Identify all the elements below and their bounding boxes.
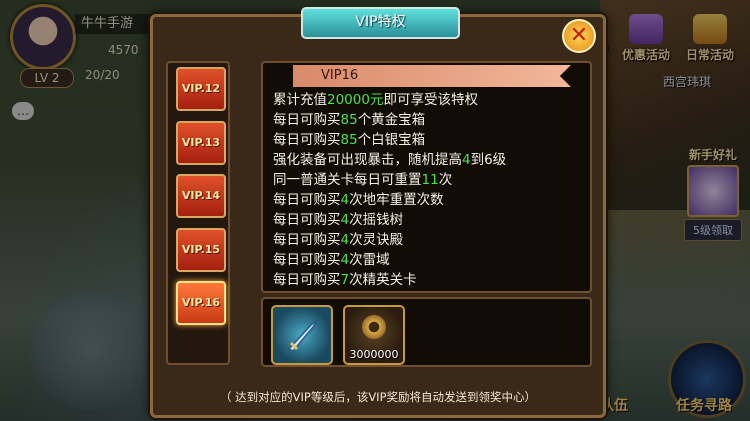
privilege-value: 4 xyxy=(340,252,350,268)
privilege-item: 同一普通关卡每日可重置11次 xyxy=(273,170,506,190)
coin-count: 3000000 xyxy=(349,348,399,361)
privilege-item: 每日可购买7次精英关卡 xyxy=(273,270,506,290)
privilege-text: 次灵诀殿 xyxy=(349,232,404,248)
privilege-value: 4 xyxy=(462,152,471,168)
reward-sword[interactable] xyxy=(271,305,333,365)
privilege-text: 累计充值 xyxy=(273,92,327,108)
privilege-text: 强化装备可出现暴击，随机提高 xyxy=(273,152,462,168)
privilege-item: 每日可购买85个黄金宝箱 xyxy=(273,110,506,130)
privilege-text: 每日可购买 xyxy=(273,252,341,268)
vip-privilege-dialog: VIP特权 ✕ VIP.12 VIP.13 VIP.14 VIP.15 VIP.… xyxy=(150,7,606,418)
privilege-item: 累计充值20000元即可享受该特权 xyxy=(273,90,506,110)
privilege-value: 4 xyxy=(340,212,350,228)
reward-panel: 3000000 xyxy=(261,297,592,367)
privilege-text: 每日可购买 xyxy=(273,272,341,288)
privilege-value: 85 xyxy=(340,112,358,128)
privilege-text: 次雷域 xyxy=(349,252,390,268)
privilege-item: 每日可购买4次地牢重置次数 xyxy=(273,190,506,210)
privilege-value: 4 xyxy=(340,232,350,248)
privilege-text: 次摇钱树 xyxy=(349,212,404,228)
privilege-value: 4 xyxy=(340,192,350,208)
privilege-text: 同一普通关卡每日可重置 xyxy=(273,172,422,188)
privilege-value: 85 xyxy=(340,132,358,148)
privilege-value: 20000元 xyxy=(327,92,384,108)
privilege-text: 每日可购买 xyxy=(273,192,341,208)
level-banner: VIP16 xyxy=(293,65,571,87)
tab-vip-16[interactable]: VIP.16 xyxy=(176,281,226,325)
vip-level-tabs: VIP.12 VIP.13 VIP.14 VIP.15 VIP.16 xyxy=(166,61,230,365)
privilege-text: 个黄金宝箱 xyxy=(357,112,426,128)
privilege-text: 到6级 xyxy=(470,152,507,168)
privilege-text: 次 xyxy=(438,172,453,188)
sword-icon xyxy=(287,320,318,352)
privilege-text: 次地牢重置次数 xyxy=(349,192,444,208)
privilege-value: 11 xyxy=(421,172,439,188)
privilege-text: 每日可购买 xyxy=(273,212,341,228)
close-button[interactable]: ✕ xyxy=(562,19,596,53)
privilege-item: 每日可购买85个白银宝箱 xyxy=(273,130,506,150)
reward-coin[interactable]: 3000000 xyxy=(343,305,405,365)
privilege-text: 每日可购买 xyxy=(273,132,341,148)
privilege-item: 强化装备可出现暴击，随机提高4到6级 xyxy=(273,150,506,170)
privilege-text: 次精英关卡 xyxy=(349,272,417,288)
privilege-item: 每日可购买4次摇钱树 xyxy=(273,210,506,230)
tab-vip-15[interactable]: VIP.15 xyxy=(176,228,226,272)
tab-vip-13[interactable]: VIP.13 xyxy=(176,121,226,165)
dialog-title: VIP特权 xyxy=(301,7,460,39)
privilege-text: 每日可购买 xyxy=(273,112,341,128)
privilege-text: 每日可购买 xyxy=(273,232,341,248)
privilege-item: 每日可购买4次雷域 xyxy=(273,250,506,270)
privilege-text: 个白银宝箱 xyxy=(357,132,426,148)
privilege-item: 每日可购买4次灵诀殿 xyxy=(273,230,506,250)
privilege-list: 累计充值20000元即可享受该特权 每日可购买85个黄金宝箱 每日可购买85个白银宝… xyxy=(273,90,506,290)
tab-vip-14[interactable]: VIP.14 xyxy=(176,174,226,218)
privilege-value: 7 xyxy=(340,272,350,288)
privilege-text: 即可享受该特权 xyxy=(383,92,478,108)
privilege-content[interactable]: VIP16 累计充值20000元即可享受该特权 每日可购买85个黄金宝箱 每日可购买… xyxy=(261,61,592,293)
footer-note: （ 达到对应的VIP等级后，该VIP奖励将自动发送到领奖中心） xyxy=(219,390,537,404)
tab-vip-12[interactable]: VIP.12 xyxy=(176,67,226,111)
coin-icon xyxy=(362,315,386,339)
